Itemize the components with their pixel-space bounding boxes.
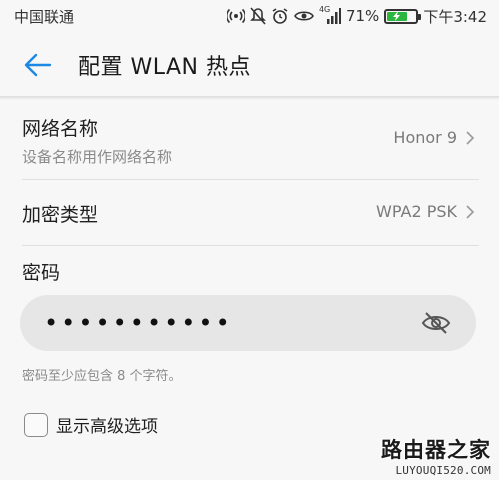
mute-icon <box>250 7 266 25</box>
network-type: 4G <box>318 5 331 14</box>
chevron-right-icon <box>466 204 475 219</box>
password-hint: 密码至少应包含 8 个字符。 <box>22 369 182 384</box>
watermark-title: 路由器之家 <box>381 438 491 462</box>
header-divider <box>0 96 499 100</box>
password-label: 密码 <box>22 262 61 284</box>
alarm-icon <box>271 7 289 25</box>
network-name-label: 网络名称 <box>22 118 99 140</box>
eye-off-icon <box>421 312 451 334</box>
watermark-url: LUYOUQI520.COM <box>395 464 491 477</box>
network-name-value: Honor 9 <box>393 128 457 147</box>
chevron-right-icon <box>466 130 475 145</box>
password-input[interactable]: ••••••••••• <box>20 295 476 351</box>
app-header: 配置 WLAN 热点 <box>0 32 499 98</box>
divider <box>22 245 479 246</box>
show-advanced-option[interactable]: 显示高级选项 <box>24 412 158 437</box>
signal-icon: 4G <box>318 5 341 24</box>
status-bar: 中国联通 4G 71% 下午3:42 <box>0 0 499 32</box>
page-title: 配置 WLAN 热点 <box>78 55 252 80</box>
status-icons: 4G 71% 下午3:42 <box>226 5 487 27</box>
encryption-type-row[interactable]: 加密类型 WPA2 PSK <box>0 182 499 244</box>
toggle-password-visibility-button[interactable] <box>418 305 454 341</box>
network-name-subtitle: 设备名称用作网络名称 <box>22 148 173 166</box>
encryption-value: WPA2 PSK <box>376 202 457 221</box>
back-arrow-icon <box>24 53 52 77</box>
divider <box>22 179 479 180</box>
show-advanced-checkbox[interactable] <box>24 412 48 437</box>
battery-charging-icon <box>384 8 422 24</box>
hotspot-icon <box>226 7 245 25</box>
carrier-name: 中国联通 <box>14 7 75 26</box>
back-button[interactable] <box>12 39 64 91</box>
eye-comfort-icon <box>294 9 314 23</box>
battery-percent: 71% <box>345 7 380 25</box>
clock: 下午3:42 <box>423 7 487 26</box>
network-name-value-wrap: Honor 9 <box>393 128 475 147</box>
network-name-row[interactable]: 网络名称 设备名称用作网络名称 Honor 9 <box>0 108 499 178</box>
password-masked-value: ••••••••••• <box>44 309 233 337</box>
watermark: 路由器之家 LUYOUQI520.COM <box>381 434 491 477</box>
encryption-value-wrap: WPA2 PSK <box>376 202 475 221</box>
encryption-label: 加密类型 <box>22 204 99 226</box>
show-advanced-label: 显示高级选项 <box>56 417 158 437</box>
battery-fill <box>387 11 408 21</box>
